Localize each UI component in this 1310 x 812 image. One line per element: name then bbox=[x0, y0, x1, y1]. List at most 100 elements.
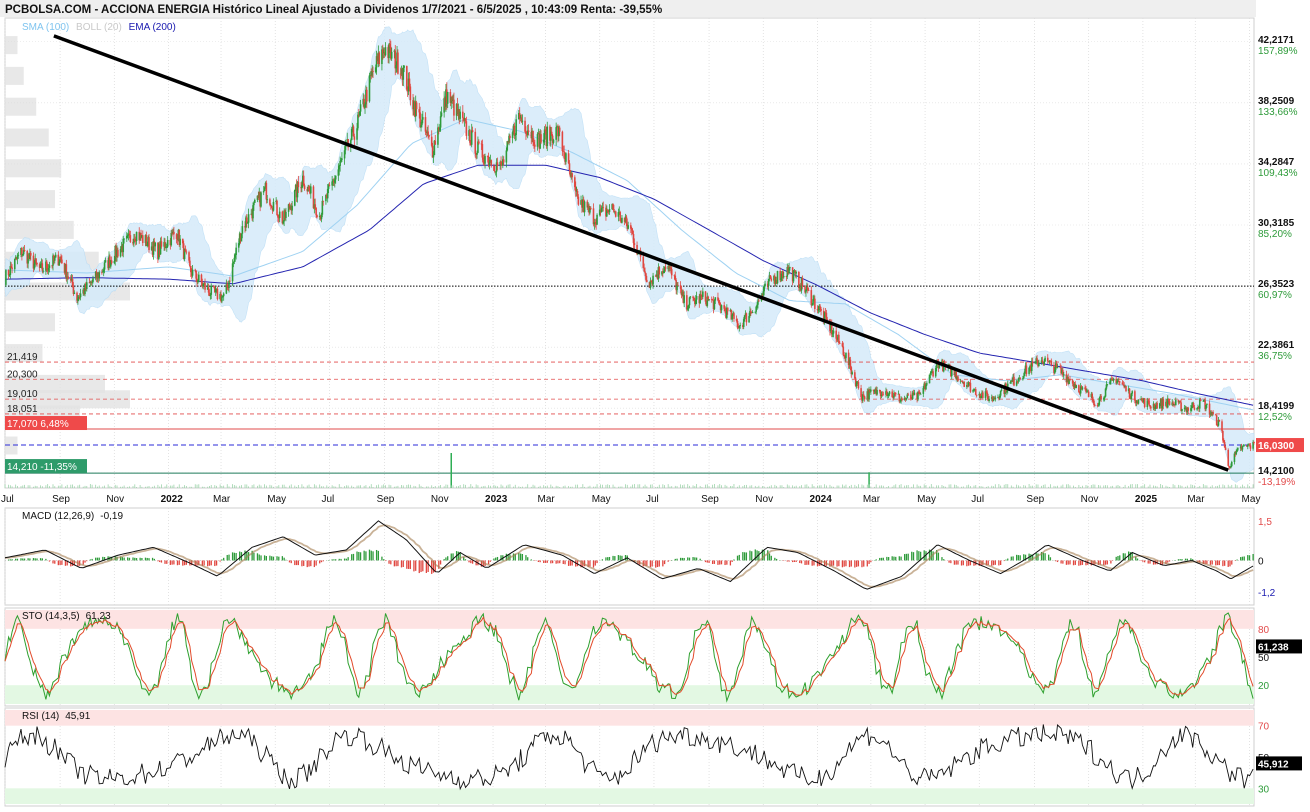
candle-body bbox=[536, 134, 539, 147]
candle-body bbox=[1224, 447, 1227, 450]
candle-body bbox=[540, 134, 542, 143]
candle-body bbox=[1241, 446, 1244, 450]
candle-body bbox=[35, 258, 37, 263]
chart-canvas: 21,419 20,300 19,010 18,051 17,070 6,48% 14,2… bbox=[0, 0, 1310, 812]
candle-body bbox=[189, 260, 191, 267]
candle-body bbox=[17, 254, 20, 256]
macd-current: -0,19 bbox=[100, 511, 124, 522]
candle-body bbox=[1156, 402, 1158, 409]
candle-body bbox=[704, 291, 707, 302]
candle-body bbox=[1215, 415, 1218, 426]
sto-y-tick-label: 50 bbox=[1258, 653, 1270, 664]
candle-body bbox=[770, 278, 773, 281]
candle-body bbox=[820, 308, 822, 311]
x-tick-label: Sep bbox=[52, 494, 70, 505]
candle-body bbox=[845, 352, 847, 359]
candle-body bbox=[462, 111, 464, 118]
candle-body bbox=[1043, 361, 1046, 364]
candle-body bbox=[1112, 378, 1115, 381]
candle-body bbox=[291, 205, 293, 211]
candle-body bbox=[465, 121, 468, 136]
legend-sma[interactable]: SMA (100) bbox=[22, 22, 69, 33]
candle-body bbox=[810, 290, 813, 305]
candle-body bbox=[913, 392, 916, 395]
candle-body bbox=[92, 278, 94, 282]
candle-body bbox=[415, 102, 418, 110]
candle-body bbox=[104, 260, 107, 263]
candle-body bbox=[882, 394, 885, 396]
candle-body bbox=[677, 284, 679, 286]
candle-body bbox=[789, 267, 791, 269]
macd-y-tick-label: 1,5 bbox=[1258, 517, 1272, 528]
candle-body bbox=[1187, 407, 1190, 411]
candle-body bbox=[602, 207, 605, 209]
y-tick-label: 22,3861 bbox=[1258, 340, 1295, 351]
candle-body bbox=[695, 296, 698, 300]
candle-body bbox=[1221, 421, 1223, 431]
candle-body bbox=[322, 200, 325, 202]
candle-body bbox=[1038, 362, 1040, 367]
x-tick-label: Mar bbox=[537, 494, 555, 505]
legend-boll[interactable]: BOLL (20) bbox=[76, 22, 122, 33]
candle-body bbox=[988, 398, 990, 401]
candle-body bbox=[129, 235, 132, 242]
candle-body bbox=[739, 325, 741, 327]
legend-ema[interactable]: EMA (200) bbox=[129, 22, 176, 33]
candle-body bbox=[863, 396, 866, 400]
candle-body bbox=[409, 86, 412, 101]
rsi-panel-title: RSI (14) 45,91 bbox=[22, 711, 90, 722]
x-tick-label: Jul bbox=[321, 494, 334, 505]
candle-body bbox=[627, 225, 629, 229]
candle-body bbox=[633, 243, 636, 245]
candle-body bbox=[702, 291, 704, 297]
y-tick-pct: 60,97% bbox=[1258, 290, 1292, 301]
candle-body bbox=[565, 153, 567, 162]
candle-body bbox=[241, 226, 244, 234]
candle-body bbox=[316, 215, 318, 218]
candle-body bbox=[926, 383, 928, 385]
candle-body bbox=[123, 238, 125, 240]
candle-body bbox=[48, 265, 51, 268]
candle-body bbox=[509, 135, 511, 139]
candle-body bbox=[328, 184, 331, 186]
x-tick-label: 2022 bbox=[161, 494, 184, 505]
y-tick-label: 30,3185 bbox=[1258, 218, 1295, 229]
candle-body bbox=[1137, 399, 1140, 404]
candle-body bbox=[235, 247, 237, 256]
candle-body bbox=[160, 241, 163, 247]
y-tick-label: 42,2171 bbox=[1258, 35, 1295, 46]
candle-body bbox=[210, 285, 213, 295]
candle-body bbox=[54, 254, 57, 258]
candle-body bbox=[166, 239, 169, 247]
candle-body bbox=[795, 272, 797, 274]
candle-body bbox=[222, 293, 225, 297]
candle-body bbox=[577, 196, 580, 205]
x-tick-label: 2024 bbox=[810, 494, 833, 505]
y-tick-pct: 109,43% bbox=[1258, 168, 1298, 179]
candle-body bbox=[664, 266, 667, 270]
sto-oversold-zone bbox=[5, 685, 1254, 704]
candle-body bbox=[708, 299, 710, 301]
candle-body bbox=[963, 382, 965, 387]
candle-body bbox=[1168, 401, 1171, 406]
candle-body bbox=[571, 173, 573, 178]
candle-body bbox=[1253, 441, 1255, 444]
y-tick-pct: 133,66% bbox=[1258, 107, 1298, 118]
candle-body bbox=[204, 283, 206, 290]
y-tick-label: 26,3523 bbox=[1258, 279, 1295, 290]
candle-body bbox=[534, 144, 536, 147]
candle-body bbox=[975, 394, 978, 396]
candle-body bbox=[1081, 387, 1084, 390]
candle-body bbox=[1206, 403, 1208, 405]
rsi-title: RSI (14) bbox=[22, 711, 60, 722]
candle-body bbox=[1150, 406, 1152, 409]
candle-body bbox=[1174, 400, 1177, 406]
x-tick-label: Nov bbox=[755, 494, 773, 505]
candle-body bbox=[1118, 381, 1121, 383]
candle-body bbox=[919, 393, 922, 395]
x-tick-label: Sep bbox=[701, 494, 719, 505]
candle-body bbox=[689, 296, 692, 298]
volume-profile-bar bbox=[5, 159, 62, 178]
indicator-legend: SMA (100) BOLL (20) EMA (200) bbox=[22, 22, 180, 33]
sto-overbought-zone bbox=[5, 610, 1254, 629]
